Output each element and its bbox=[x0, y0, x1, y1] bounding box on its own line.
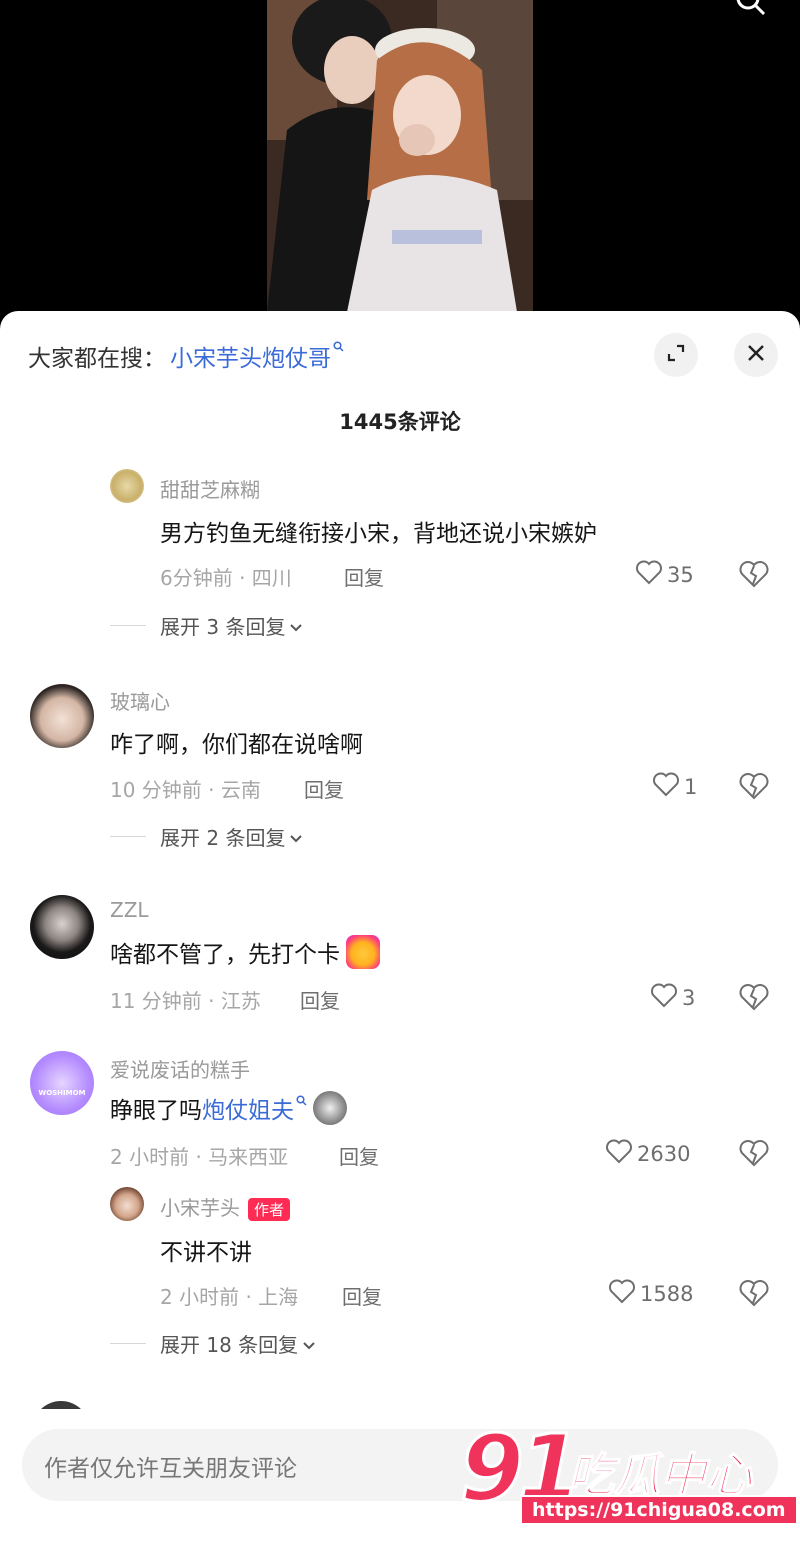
like-button[interactable]: 1 bbox=[652, 771, 697, 802]
broken-heart-icon bbox=[738, 1280, 770, 1312]
search-small-icon bbox=[296, 1086, 307, 1112]
like-button[interactable]: 2630 bbox=[605, 1138, 690, 1169]
heart-icon bbox=[652, 771, 684, 802]
avatar[interactable]: WOSHIMOM bbox=[30, 1051, 94, 1115]
broken-heart-icon bbox=[738, 1140, 770, 1172]
comment-time-location: 6分钟前 · 四川 bbox=[160, 566, 292, 590]
divider-line bbox=[110, 1343, 146, 1344]
dislike-button[interactable] bbox=[738, 559, 770, 589]
expand-replies-label: 展开 3 条回复 bbox=[160, 615, 286, 639]
chevron-down-icon bbox=[302, 1332, 316, 1356]
expand-replies[interactable]: 展开 2 条回复 bbox=[110, 822, 303, 851]
comment-username[interactable]: 爱说废话的糕手 bbox=[110, 1054, 250, 1083]
avatar[interactable] bbox=[110, 1187, 144, 1221]
heart-icon bbox=[605, 1138, 637, 1169]
fullscreen-button[interactable] bbox=[654, 333, 698, 377]
broken-heart-icon bbox=[738, 984, 770, 1016]
close-button[interactable] bbox=[734, 333, 778, 377]
like-button[interactable]: 1588 bbox=[608, 1278, 693, 1309]
dislike-button[interactable] bbox=[738, 982, 770, 1012]
comment-count: 1445条评论 bbox=[339, 410, 461, 434]
comment-username[interactable]: 玻璃心 bbox=[110, 686, 170, 715]
video-thumbnail bbox=[267, 0, 533, 312]
expand-replies[interactable]: 展开 3 条回复 bbox=[110, 611, 303, 640]
comment-input-placeholder: 作者仅允许互关朋友评论 bbox=[44, 1456, 297, 1482]
comment-text-content: 啥都不管了，先打个卡 bbox=[110, 942, 340, 968]
trending-search[interactable]: 大家都在搜： 小宋芋头炮仗哥 bbox=[28, 339, 344, 373]
divider-line bbox=[110, 836, 146, 837]
like-count: 2630 bbox=[637, 1141, 691, 1166]
comment-username[interactable]: 甜甜芝麻糊 bbox=[160, 474, 260, 503]
like-count: 1 bbox=[684, 774, 698, 799]
comment-time-location: 11 分钟前 · 江苏 bbox=[110, 989, 261, 1013]
site-watermark: 91 吃瓜中心 https://91chigua08.com bbox=[458, 1419, 798, 1539]
reply-button[interactable]: 回复 bbox=[304, 774, 344, 803]
divider-line bbox=[110, 625, 146, 626]
like-count: 1588 bbox=[640, 1281, 694, 1306]
avatar[interactable] bbox=[110, 469, 144, 503]
avatar-text: WOSHIMOM bbox=[38, 1089, 86, 1097]
broken-heart-icon bbox=[738, 773, 770, 805]
comment-text: 不讲不讲 bbox=[160, 1240, 252, 1266]
trending-search-prefix: 大家都在搜： bbox=[28, 346, 166, 372]
like-count: 3 bbox=[682, 985, 696, 1010]
like-button[interactable]: 35 bbox=[635, 559, 694, 590]
comment-time-location: 2 小时前 · 马来西亚 bbox=[110, 1145, 289, 1169]
avatar[interactable] bbox=[30, 684, 94, 748]
author-badge: 作者 bbox=[248, 1198, 291, 1221]
heart-icon bbox=[650, 982, 682, 1013]
like-button[interactable]: 3 bbox=[650, 982, 695, 1013]
reply-button[interactable]: 回复 bbox=[339, 1141, 379, 1170]
chevron-down-icon bbox=[289, 825, 303, 849]
comment-text: 咋了啊，你们都在说啥啊 bbox=[110, 732, 363, 758]
watermark-url: https://91chigua08.com bbox=[520, 1495, 798, 1525]
search-icon[interactable] bbox=[734, 0, 770, 20]
comment-text: 睁眼了吗 炮仗姐夫 bbox=[110, 1091, 347, 1125]
cool-emoji-icon bbox=[346, 935, 380, 969]
expand-icon bbox=[665, 342, 687, 368]
expand-replies[interactable]: 展开 18 条回复 bbox=[110, 1329, 316, 1358]
heart-icon bbox=[635, 559, 667, 590]
comment-time-location: 10 分钟前 · 云南 bbox=[110, 778, 261, 802]
like-count: 35 bbox=[667, 562, 694, 587]
topic-link[interactable]: 炮仗姐夫 bbox=[202, 1091, 294, 1125]
expand-replies-label: 展开 18 条回复 bbox=[160, 1333, 299, 1357]
comment-text: 男方钓鱼无缝衔接小宋，背地还说小宋嫉妒 bbox=[160, 521, 597, 547]
search-small-icon bbox=[333, 340, 344, 356]
reply-button[interactable]: 回复 bbox=[342, 1281, 382, 1310]
dislike-button[interactable] bbox=[738, 1278, 770, 1308]
comment-username[interactable]: ZZL bbox=[110, 898, 149, 922]
author-name: 小宋芋头 bbox=[160, 1196, 240, 1220]
heart-icon bbox=[608, 1278, 640, 1309]
dislike-button[interactable] bbox=[738, 1138, 770, 1168]
expand-replies-label: 展开 2 条回复 bbox=[160, 826, 286, 850]
chevron-down-icon bbox=[289, 614, 303, 638]
reply-button[interactable]: 回复 bbox=[344, 562, 384, 591]
comment-text-content: 睁眼了吗 bbox=[110, 1098, 202, 1124]
comment-username[interactable]: 小宋芋头 作者 bbox=[160, 1192, 291, 1221]
wolf-emoji-icon bbox=[313, 1091, 347, 1125]
reply-button[interactable]: 回复 bbox=[300, 985, 340, 1014]
comment-time-location: 2 小时前 · 上海 bbox=[160, 1285, 299, 1309]
dislike-button[interactable] bbox=[738, 771, 770, 801]
video-player[interactable] bbox=[0, 0, 800, 330]
comment-text: 啥都不管了，先打个卡 bbox=[110, 935, 380, 969]
avatar[interactable] bbox=[30, 895, 94, 959]
broken-heart-icon bbox=[738, 561, 770, 593]
trending-search-keyword[interactable]: 小宋芋头炮仗哥 bbox=[170, 339, 331, 373]
close-icon bbox=[746, 343, 766, 367]
comment-sheet: 大家都在搜： 小宋芋头炮仗哥 1445条评论 甜甜芝麻糊 男方钓鱼无缝衔接小宋，… bbox=[0, 311, 800, 1544]
